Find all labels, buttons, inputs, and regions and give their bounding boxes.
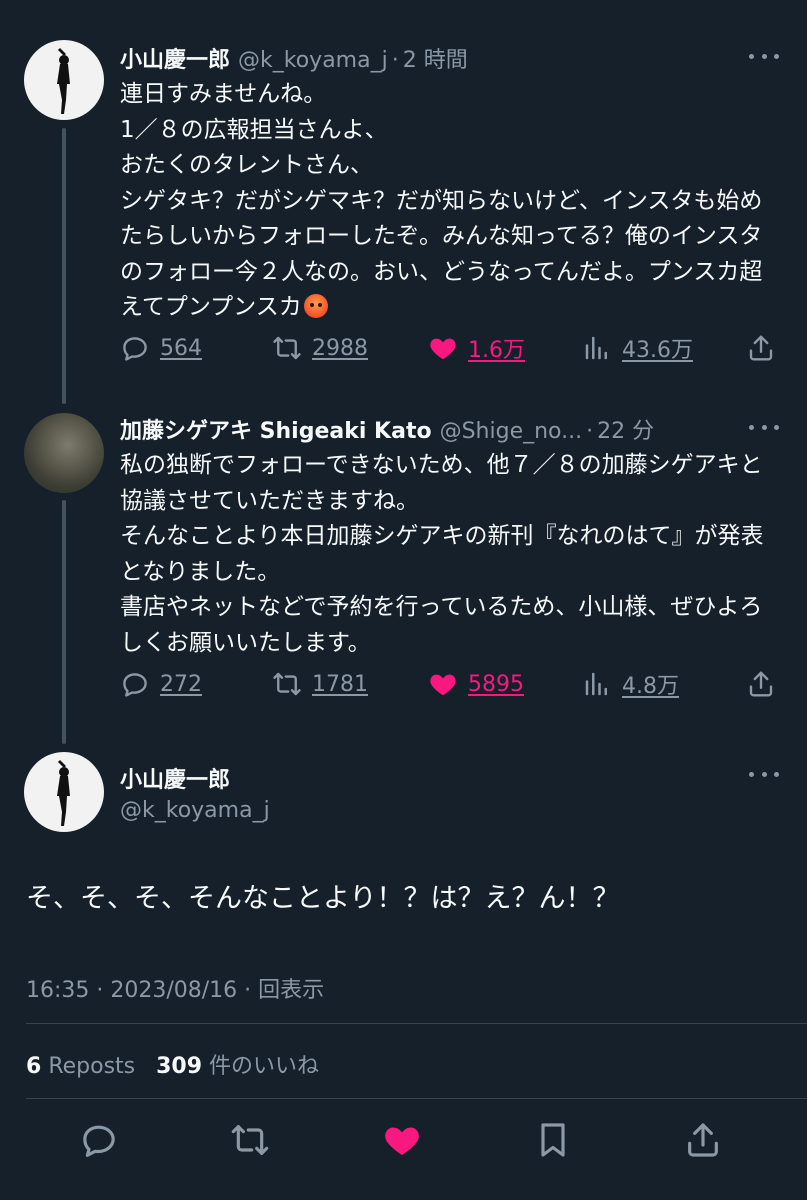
repost-count: 1781	[312, 671, 368, 697]
views-button[interactable]: 43.6万	[582, 328, 693, 368]
more-icon[interactable]	[749, 764, 779, 784]
repost-icon	[231, 1125, 269, 1155]
more-icon[interactable]	[749, 417, 779, 437]
reply-icon	[123, 337, 147, 361]
separator: ·	[586, 419, 594, 444]
engagement-stats: 6 Reposts 309 件のいいね	[26, 1048, 319, 1080]
tweet-actions: 272 1781 5895 4.8万	[120, 664, 782, 704]
bookmark-button[interactable]	[531, 1118, 575, 1162]
bookmark-icon	[541, 1123, 565, 1157]
reply-button[interactable]	[77, 1118, 121, 1162]
divider	[26, 1023, 807, 1024]
likes-count: 309	[156, 1054, 203, 1079]
tweet-text: 連日すみませんね。 1／８の広報担当さんよ、 おたくのタレントさん、 シゲタキ？…	[120, 77, 780, 326]
angry-face-emoji	[303, 294, 328, 318]
reply-icon	[83, 1125, 115, 1157]
repost-icon	[273, 336, 301, 360]
divider	[26, 1098, 807, 1099]
like-button[interactable]: 5895	[428, 664, 524, 704]
tweet-actions: 564 2988 1.6万 43.6万	[120, 328, 782, 368]
share-icon	[749, 671, 773, 697]
tweet-header: 小山慶一郎 @k_koyama_j · 2 時間	[120, 42, 468, 74]
like-button[interactable]: 1.6万	[428, 328, 525, 368]
timestamp[interactable]: 22 分	[597, 413, 654, 445]
separator: ·	[391, 48, 399, 73]
repost-icon	[273, 672, 301, 696]
share-button[interactable]	[746, 328, 776, 368]
tweet-header: 加藤シゲアキ Shigeaki Kato @Shige_no... · 22 分	[120, 413, 654, 445]
reposts-stat[interactable]: 6 Reposts	[26, 1054, 135, 1079]
display-name[interactable]: 加藤シゲアキ Shigeaki Kato	[120, 413, 432, 445]
like-count: 1.6万	[468, 338, 525, 363]
views-icon	[585, 336, 607, 360]
user-handle[interactable]: @k_koyama_j	[238, 48, 388, 73]
user-handle[interactable]: @k_koyama_j	[120, 798, 270, 823]
reply-count: 272	[160, 671, 202, 697]
tweet-text-content: 連日すみませんね。 1／８の広報担当さんよ、 おたくのタレントさん、 シゲタキ？…	[120, 81, 763, 320]
main-tweet-text: そ、そ、そ、そんなことより！？は？え？ん！？	[26, 883, 620, 914]
like-button[interactable]	[380, 1118, 424, 1162]
share-icon	[749, 335, 773, 361]
thread-line	[62, 500, 66, 744]
heart-icon	[385, 1127, 419, 1155]
avatar[interactable]	[24, 40, 104, 120]
like-count: 5895	[468, 671, 524, 697]
tweet-meta: 16:35 · 2023/08/16 · 回表示	[26, 978, 325, 1003]
views-count: 4.8万	[622, 674, 679, 699]
share-icon	[688, 1123, 718, 1157]
likes-stat[interactable]: 309 件のいいね	[156, 1054, 319, 1079]
views-icon	[585, 672, 607, 696]
action-bar	[0, 1118, 807, 1168]
display-name[interactable]: 小山慶一郎	[120, 42, 230, 74]
likes-label: 件のいいね	[209, 1054, 320, 1079]
reply-button[interactable]: 272	[120, 664, 202, 704]
repost-button[interactable]: 2988	[272, 328, 368, 368]
reply-icon	[123, 673, 147, 697]
reposts-count: 6	[26, 1054, 42, 1079]
share-button[interactable]	[746, 664, 776, 704]
repost-button[interactable]: 1781	[272, 664, 368, 704]
display-name[interactable]: 小山慶一郎	[120, 762, 230, 794]
views-count: 43.6万	[622, 338, 693, 363]
more-icon[interactable]	[749, 46, 779, 66]
avatar[interactable]	[24, 413, 104, 493]
share-button[interactable]	[681, 1118, 725, 1162]
heart-icon	[430, 338, 456, 360]
views-button[interactable]: 4.8万	[582, 664, 679, 704]
repost-button[interactable]	[228, 1118, 272, 1162]
user-handle[interactable]: @Shige_no...	[440, 419, 583, 444]
reposts-label: Reposts	[48, 1054, 136, 1079]
avatar[interactable]	[24, 752, 104, 832]
tweet-text: 私の独断でフォローできないため、他７／８の加藤シゲアキと協議させていただきますね…	[120, 452, 764, 656]
thread-line	[62, 128, 66, 404]
reply-button[interactable]: 564	[120, 328, 202, 368]
timestamp[interactable]: 2 時間	[403, 42, 468, 74]
repost-count: 2988	[312, 335, 368, 361]
heart-icon	[430, 674, 456, 696]
reply-count: 564	[160, 335, 202, 361]
